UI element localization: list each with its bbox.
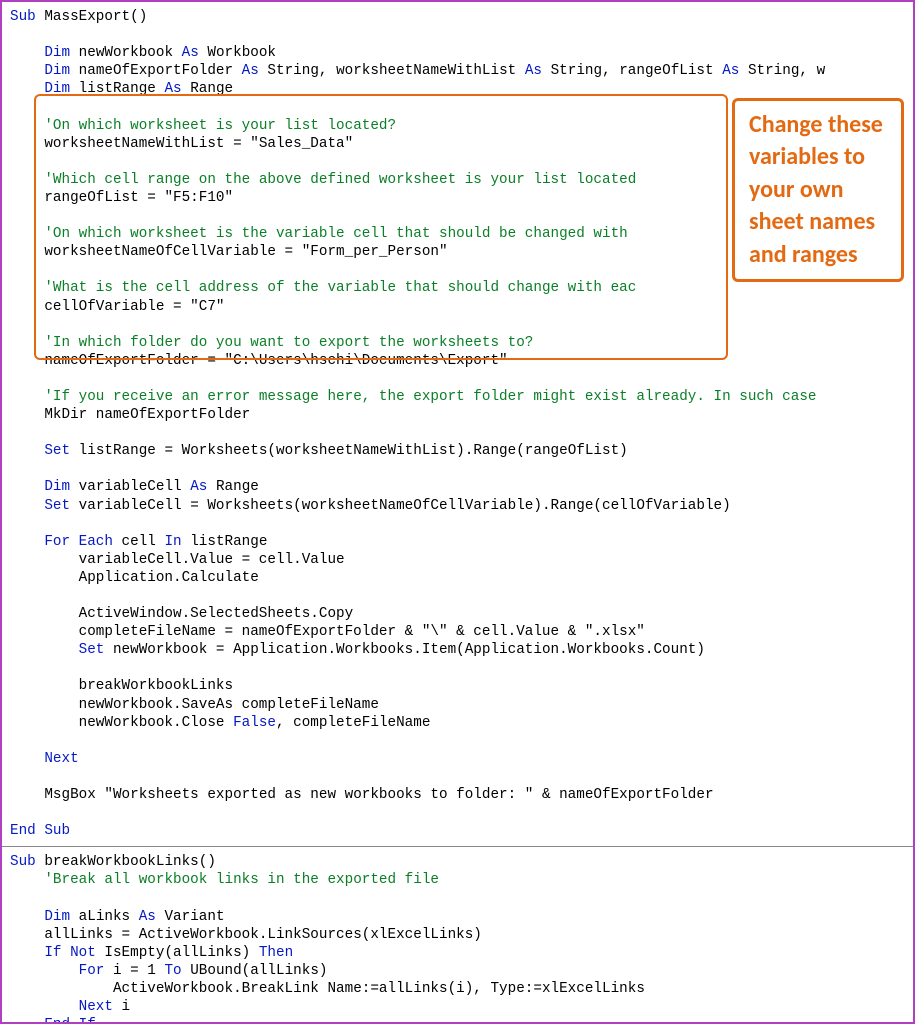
t: i = 1	[104, 963, 164, 979]
t: , w	[799, 63, 825, 79]
t: i	[113, 999, 130, 1015]
kw-as: As	[190, 479, 207, 495]
kw-then: Then	[259, 945, 293, 961]
t: String	[739, 63, 799, 79]
kw-set: Set	[79, 642, 105, 658]
kw-endif: End If	[44, 1017, 95, 1024]
t: String	[259, 63, 319, 79]
kw-dim: Dim	[44, 81, 70, 97]
comment: 'On which worksheet is the variable cell…	[44, 226, 636, 242]
comment: 'Break all workbook links in the exporte…	[44, 872, 439, 888]
kw-set: Set	[44, 498, 70, 514]
kw-as: As	[182, 45, 199, 61]
t: nameOfExportFolder	[70, 63, 242, 79]
kw-for: For	[79, 963, 105, 979]
t: aLinks	[70, 909, 139, 925]
comment: 'On which worksheet is your list located…	[44, 118, 396, 134]
kw-sub: Sub	[10, 9, 36, 25]
stmt: allLinks = ActiveWorkbook.LinkSources(xl…	[44, 927, 482, 943]
kw-dim: Dim	[44, 479, 70, 495]
code-block-breakworkbooklinks: Sub breakWorkbookLinks() 'Break all work…	[2, 847, 913, 1024]
stmt: nameOfExportFolder = "C:\Users\hschi\Doc…	[44, 353, 507, 369]
editor-frame: Sub MassExport() Dim newWorkbook As Work…	[0, 0, 915, 1024]
kw-as: As	[242, 63, 259, 79]
kw-dim: Dim	[44, 909, 70, 925]
stmt: newWorkbook.Close	[79, 715, 233, 731]
t: Range	[207, 479, 258, 495]
t: listRange	[70, 81, 164, 97]
stmt: breakWorkbookLinks	[79, 678, 233, 694]
kw-as: As	[164, 81, 181, 97]
stmt: worksheetNameWithList = "Sales_Data"	[44, 136, 353, 152]
stmt: newWorkbook = Application.Workbooks.Item…	[104, 642, 705, 658]
t: newWorkbook	[70, 45, 182, 61]
stmt: ActiveWindow.SelectedSheets.Copy	[79, 606, 354, 622]
annotation-text: Change these variables to your own sheet…	[749, 110, 883, 269]
kw-to: To	[164, 963, 181, 979]
kw-in: In	[164, 534, 181, 550]
kw-sub: Sub	[10, 854, 36, 870]
stmt: cellOfVariable = "C7"	[44, 299, 224, 315]
kw-next: Next	[79, 999, 113, 1015]
kw-set: Set	[44, 443, 70, 459]
kw-endsub: End Sub	[10, 823, 70, 839]
t: variableCell	[70, 479, 190, 495]
code-pre-2: Sub breakWorkbookLinks() 'Break all work…	[10, 853, 909, 1024]
comment: 'Which cell range on the above defined w…	[44, 172, 636, 188]
stmt: variableCell = Worksheets(worksheetNameO…	[70, 498, 731, 514]
comment: 'If you receive an error message here, t…	[44, 389, 825, 405]
comment: 'In which folder do you want to export t…	[44, 335, 533, 351]
kw-dim: Dim	[44, 63, 70, 79]
kw-as: As	[525, 63, 542, 79]
kw-dim: Dim	[44, 45, 70, 61]
stmt: Application.Calculate	[79, 570, 259, 586]
stmt: MsgBox "Worksheets exported as new workb…	[44, 787, 713, 803]
t: , rangeOfList	[602, 63, 722, 79]
t: String	[542, 63, 602, 79]
kw-ifnot: If Not	[44, 945, 95, 961]
t: UBound(allLinks)	[182, 963, 328, 979]
stmt: , completeFileName	[276, 715, 430, 731]
t: Variant	[156, 909, 225, 925]
proc2-name: breakWorkbookLinks()	[36, 854, 216, 870]
stmt: rangeOfList = "F5:F10"	[44, 190, 233, 206]
t: cell	[113, 534, 164, 550]
stmt: ActiveWorkbook.BreakLink Name:=allLinks(…	[113, 981, 645, 997]
t: Range	[182, 81, 233, 97]
t: , worksheetNameWithList	[319, 63, 525, 79]
kw-foreach: For Each	[44, 534, 113, 550]
stmt: MkDir nameOfExportFolder	[44, 407, 250, 423]
stmt: newWorkbook.SaveAs completeFileName	[79, 697, 379, 713]
kw-as: As	[139, 909, 156, 925]
kw-next: Next	[44, 751, 78, 767]
comment: 'What is the cell address of the variabl…	[44, 280, 636, 296]
kw-as: As	[722, 63, 739, 79]
proc1-name: MassExport()	[36, 9, 148, 25]
t: IsEmpty(allLinks)	[96, 945, 259, 961]
t: listRange	[182, 534, 268, 550]
stmt: completeFileName = nameOfExportFolder & …	[79, 624, 645, 640]
kw-false: False	[233, 715, 276, 731]
stmt: worksheetNameOfCellVariable = "Form_per_…	[44, 244, 447, 260]
stmt: listRange = Worksheets(worksheetNameWith…	[70, 443, 628, 459]
stmt: variableCell.Value = cell.Value	[79, 552, 345, 568]
annotation-callout: Change these variables to your own sheet…	[732, 98, 904, 282]
t: Workbook	[199, 45, 276, 61]
